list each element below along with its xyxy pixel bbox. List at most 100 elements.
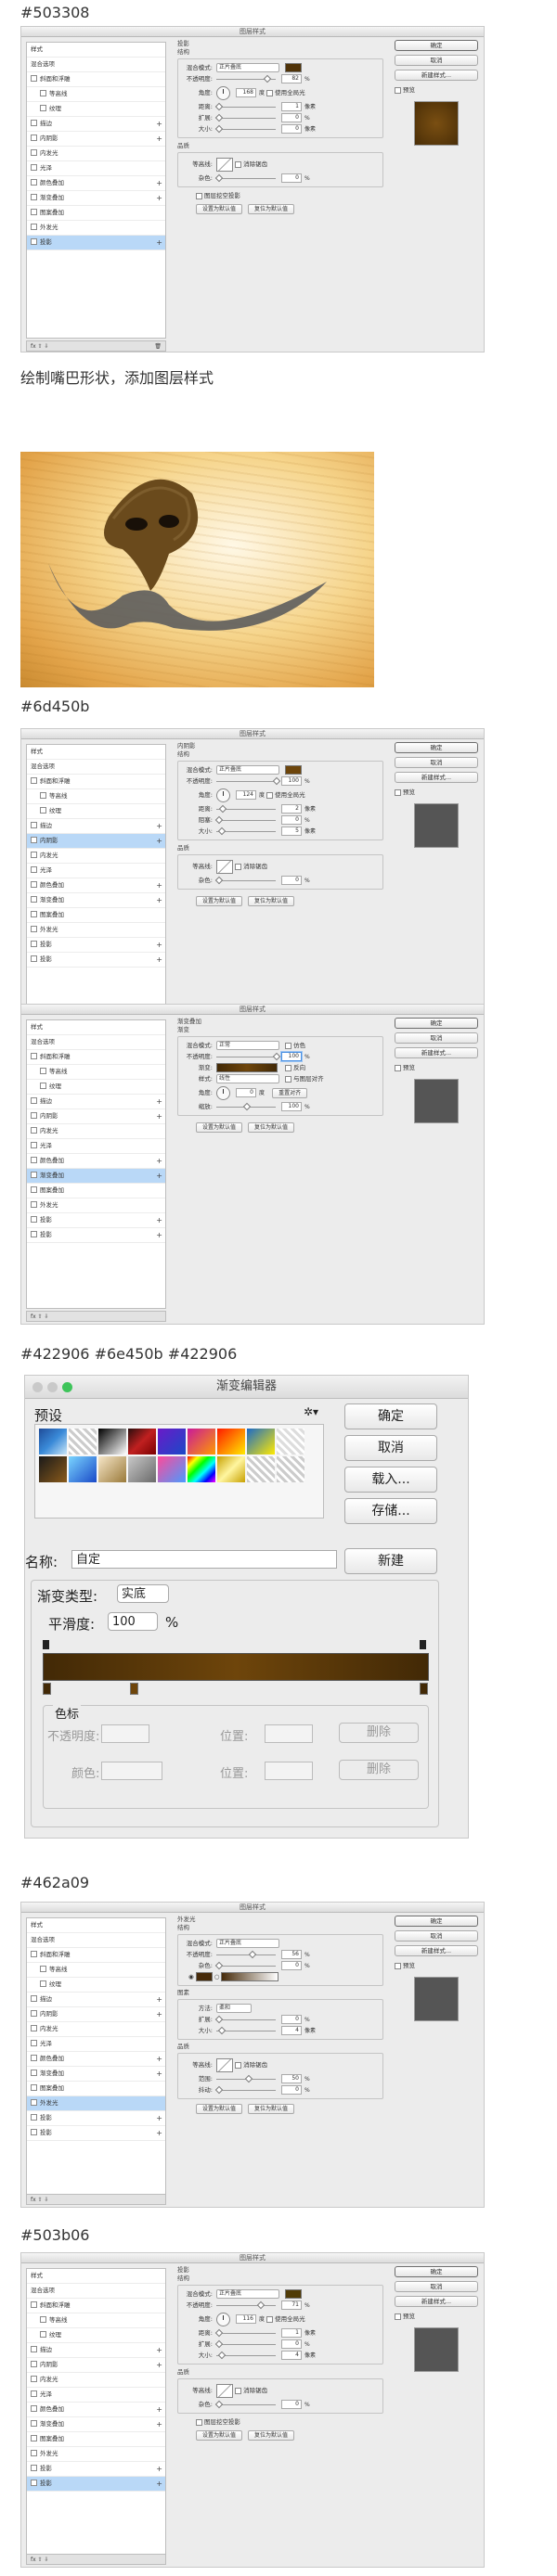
zoom-icon[interactable]: [62, 1382, 72, 1392]
style-item-inner-glow[interactable]: 内发光: [40, 149, 58, 157]
distance-input[interactable]: 1: [281, 102, 302, 111]
style-item-gradient-overlay[interactable]: 渐变叠加: [40, 194, 64, 201]
layer-style-dialog-1: 图层样式 样式 混合选项 斜面和浮雕 等高线 纹理 描边 + 内阴影 + 内发光 光…: [20, 26, 485, 352]
opacity-stop-right[interactable]: [420, 1640, 426, 1649]
style-item-satin[interactable]: 光泽: [40, 164, 52, 172]
color-stop-middle[interactable]: [130, 1683, 138, 1695]
caption-color-3: #6d450b: [20, 698, 90, 715]
checkbox[interactable]: [31, 223, 37, 230]
blend-mode-select[interactable]: 正片叠底: [216, 63, 279, 72]
layer-style-dialog-2: 图层样式 样式 混合选项 斜面和浮雕 等高线 纹理 描边 + 内阴影 + 内发光 光…: [20, 728, 485, 1027]
style-item-blend[interactable]: 混合选项: [27, 58, 165, 72]
noise-slider[interactable]: [214, 173, 276, 182]
stop-opacity-input: [101, 1724, 149, 1743]
style-preview: [414, 2327, 459, 2372]
checkbox[interactable]: [40, 104, 46, 111]
checkbox[interactable]: [31, 193, 37, 200]
style-item-color-overlay[interactable]: 颜色叠加: [40, 179, 64, 186]
cancel-button[interactable]: 取消: [344, 1435, 437, 1461]
style-list-header[interactable]: 样式: [27, 43, 165, 58]
settings-panel: 投影 结构 混合模式: 正片叠底 不透明度: 82% 角度: 168 度 使用全局光 距…: [177, 40, 383, 214]
name-input[interactable]: 自定: [71, 1550, 337, 1569]
checkbox[interactable]: [31, 178, 37, 186]
checkbox[interactable]: [31, 208, 37, 215]
save-button[interactable]: 存储...: [344, 1498, 437, 1524]
angle-dial[interactable]: [216, 85, 230, 100]
smoothness-input[interactable]: 100: [108, 1612, 158, 1631]
stop-color-location: [265, 1762, 313, 1780]
ok-button[interactable]: 确定: [344, 1403, 437, 1429]
gradient-bar[interactable]: [43, 1653, 429, 1681]
global-light-checkbox[interactable]: [266, 89, 274, 96]
fx-icon[interactable]: fx: [31, 343, 36, 350]
add-icon[interactable]: +: [156, 117, 162, 131]
trash-icon[interactable]: 🗑: [154, 341, 162, 352]
minimize-icon[interactable]: [47, 1382, 58, 1392]
cancel-button[interactable]: 取消: [395, 55, 478, 66]
gear-icon[interactable]: ✲▾: [304, 1405, 318, 1418]
noise-input[interactable]: 0: [281, 173, 302, 183]
add-icon[interactable]: +: [156, 176, 162, 190]
reset-default-button[interactable]: 复位为默认值: [248, 204, 295, 214]
checkbox[interactable]: [31, 134, 37, 141]
delete-opacity-stop-button[interactable]: 删除: [339, 1723, 419, 1743]
checkbox[interactable]: [31, 148, 37, 156]
load-button[interactable]: 载入...: [344, 1467, 437, 1493]
add-icon[interactable]: +: [156, 236, 162, 250]
color-stop-left[interactable]: [43, 1683, 51, 1695]
checkbox[interactable]: [31, 163, 37, 171]
angle-input[interactable]: 168: [236, 88, 256, 97]
checkbox[interactable]: [31, 237, 37, 245]
style-preview: [414, 1079, 459, 1123]
new-style-button[interactable]: 新建样式...: [395, 70, 478, 81]
color-stop-right[interactable]: [420, 1683, 428, 1695]
make-default-button[interactable]: 设置为默认值: [196, 204, 243, 214]
opacity-slider[interactable]: [216, 74, 276, 83]
size-slider[interactable]: [214, 124, 276, 133]
style-item-texture[interactable]: 纹理: [49, 105, 61, 112]
style-item-outer-glow[interactable]: 外发光: [40, 224, 58, 231]
layer-style-dialog-5: 图层样式 样式 混合选项 斜面和浮雕 等高线 纹理 描边 + 内阴影 + 内发光 光…: [20, 2252, 485, 2568]
new-button[interactable]: 新建: [344, 1548, 437, 1574]
style-item-drop-shadow[interactable]: 投影: [40, 238, 52, 246]
gradient-editor-dialog: 渐变编辑器 预设 ✲▾ 确定 取消 载入... 存储... 名称: 自定 新建: [24, 1375, 469, 1839]
add-icon[interactable]: +: [156, 191, 162, 205]
delete-color-stop-button[interactable]: 删除: [339, 1760, 419, 1780]
opacity-stop-left[interactable]: [43, 1640, 49, 1649]
gradient-picker[interactable]: [216, 1063, 278, 1072]
preview-checkbox[interactable]: [395, 86, 401, 94]
distance-slider[interactable]: [214, 102, 276, 110]
dialog-title: 图层样式: [21, 27, 484, 37]
spread-slider[interactable]: [214, 113, 276, 122]
style-item-bevel[interactable]: 斜面和浮雕: [40, 75, 71, 83]
contour-picker[interactable]: [216, 157, 233, 172]
style-item-stroke[interactable]: 描边: [40, 120, 52, 127]
checkbox[interactable]: [40, 89, 46, 96]
close-icon[interactable]: [32, 1382, 43, 1392]
knockout-checkbox[interactable]: [196, 192, 202, 199]
color-swatch[interactable]: [285, 63, 302, 72]
dialog-actions: 确定 取消 新建样式... 预览: [395, 1018, 478, 1123]
style-item-inner-shadow[interactable]: 内阴影: [40, 135, 58, 142]
section-subtitle: 结构: [177, 48, 189, 56]
color-swatch[interactable]: [285, 765, 302, 775]
gradient-type-select[interactable]: 实底: [117, 1584, 169, 1603]
blend-mode-select[interactable]: 正片叠底: [216, 765, 279, 775]
caption-colors-4: #422906 #6e450b #422906: [20, 1345, 238, 1363]
add-icon[interactable]: +: [156, 132, 162, 146]
checkbox[interactable]: [31, 119, 37, 126]
dialog-actions: 确定 取消 新建样式... 预览: [395, 742, 478, 848]
size-input[interactable]: 0: [281, 124, 302, 134]
presets-grid[interactable]: [34, 1424, 324, 1519]
checkbox[interactable]: [31, 74, 37, 82]
opacity-input[interactable]: 82: [281, 74, 302, 83]
dialog-actions: 确定 取消 新建样式... 预览: [395, 1916, 478, 2021]
style-item-pattern-overlay[interactable]: 图案叠加: [40, 209, 64, 216]
style-item-contour[interactable]: 等高线: [49, 90, 68, 97]
angle-dial[interactable]: [216, 788, 230, 802]
settings-panel: 内阴影 结构 混合模式: 正片叠底 不透明度: 100% 角度: 124 度 使用全局光…: [177, 742, 383, 906]
spread-input[interactable]: 0: [281, 113, 302, 122]
ok-button[interactable]: 确定: [395, 40, 478, 51]
antialias-checkbox[interactable]: [235, 160, 242, 168]
caption-step: 绘制嘴巴形状，添加图层样式: [20, 369, 214, 387]
